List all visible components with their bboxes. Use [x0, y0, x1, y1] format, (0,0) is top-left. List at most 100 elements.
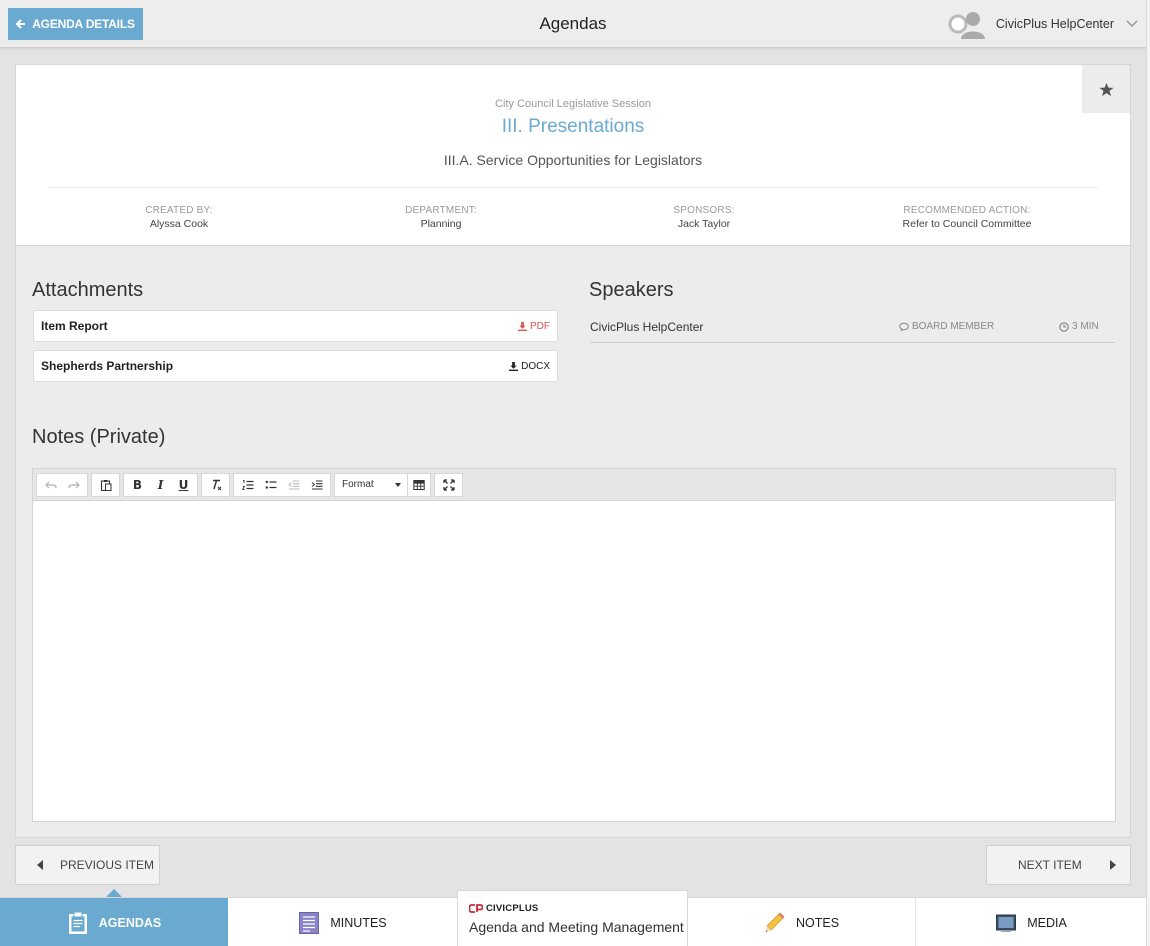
next-item-button[interactable]: NEXT ITEM	[986, 845, 1131, 885]
tab-minutes-label: MINUTES	[330, 915, 387, 930]
editor-toolbar: B I U Format	[33, 469, 1115, 501]
indent-button[interactable]	[305, 474, 328, 496]
meta-value: Alyssa Cook	[149, 218, 209, 230]
outdent-button[interactable]	[282, 474, 305, 496]
chevron-down-icon	[1126, 20, 1138, 28]
redo-button[interactable]	[62, 474, 85, 496]
maximize-icon	[442, 478, 455, 491]
paste-group	[91, 472, 120, 497]
previous-item-button[interactable]: PREVIOUS ITEM	[15, 845, 160, 885]
undo-button[interactable]	[39, 474, 62, 496]
clipboard-icon	[100, 479, 111, 491]
section-title: III. Presentations	[501, 116, 645, 137]
numbered-list-icon	[241, 479, 253, 490]
undo-icon	[44, 481, 57, 488]
notes-text-area[interactable]	[33, 501, 1115, 821]
brand-panel: CIVICPLUS Agenda and Meeting Management	[457, 890, 688, 946]
tab-notes[interactable]: NOTES	[688, 898, 915, 946]
civicplus-logo-icon	[469, 904, 483, 913]
download-icon	[518, 321, 527, 331]
user-menu[interactable]: CivicPlus HelpCenter	[948, 10, 1138, 39]
attachment-name: Item Report	[41, 319, 108, 333]
speaker-role-text: BOARD MEMBER	[912, 321, 995, 332]
meta-created-by: CREATED BY: Alyssa Cook	[48, 205, 310, 230]
bulleted-list-button[interactable]	[259, 474, 282, 496]
active-tab-indicator	[106, 889, 122, 897]
agenda-item-card: City Council Legislative Session III. Pr…	[15, 64, 1131, 246]
notes-editor: B I U Format	[32, 468, 1116, 822]
maximize-button[interactable]	[437, 474, 460, 496]
pencil-icon	[765, 911, 785, 932]
civicplus-logo: CIVICPLUS	[469, 903, 538, 914]
caret-right-icon	[1109, 860, 1116, 870]
underline-button[interactable]: U	[172, 474, 195, 496]
meta-department: DEPARTMENT: Planning	[310, 205, 572, 230]
item-content: Attachments Item Report PDF Shepherds Pa…	[15, 246, 1131, 838]
remove-format-button[interactable]	[204, 474, 227, 496]
paste-button[interactable]	[94, 474, 117, 496]
download-pdf-link[interactable]: PDF	[518, 321, 550, 332]
format-dropdown[interactable]: Format	[335, 474, 407, 496]
remove-format-icon	[212, 479, 221, 490]
comments-icon	[899, 322, 909, 331]
minutes-document-icon	[299, 911, 320, 934]
brand-tagline: Agenda and Meeting Management	[469, 919, 684, 935]
meta-sponsors: SPONSORS: Jack Taylor	[573, 205, 835, 230]
bulleted-list-icon	[265, 480, 276, 489]
text-style-group: B I U	[123, 472, 198, 497]
download-icon	[509, 361, 519, 371]
meta-label: CREATED BY:	[145, 205, 213, 216]
attachment-row[interactable]: Shepherds Partnership DOCX	[33, 350, 558, 382]
user-name: CivicPlus HelpCenter	[995, 17, 1114, 31]
clear-format-group	[201, 472, 230, 497]
numbered-list-button[interactable]	[236, 474, 259, 496]
italic-button[interactable]: I	[149, 474, 172, 496]
tab-notes-label: NOTES	[795, 915, 840, 930]
indent-icon	[311, 479, 322, 490]
top-header: AGENDA DETAILS Agendas CivicPlus HelpCen…	[0, 0, 1146, 48]
meta-label: RECOMMENDED ACTION:	[903, 205, 1031, 216]
tab-agendas-label: AGENDAS	[98, 915, 162, 930]
meta-recommended-action: RECOMMENDED ACTION: Refer to Council Com…	[836, 205, 1098, 230]
star-icon	[1098, 82, 1114, 96]
maximize-group	[434, 472, 463, 497]
attachment-row[interactable]: Item Report PDF	[33, 310, 558, 342]
meeting-name: City Council Legislative Session	[495, 98, 651, 110]
outdent-icon	[287, 479, 299, 490]
caret-down-icon	[395, 482, 401, 487]
attachments-heading: Attachments	[32, 279, 144, 301]
clock-icon	[1059, 321, 1069, 332]
tab-media-label: MEDIA	[1027, 915, 1067, 930]
meta-label: SPONSORS:	[673, 205, 735, 216]
list-group	[233, 472, 331, 497]
caret-left-icon	[37, 860, 43, 870]
monitor-icon	[996, 914, 1017, 932]
speaker-time: 3 MIN	[1059, 321, 1099, 332]
meta-value: Refer to Council Committee	[902, 218, 1032, 230]
undo-redo-group	[36, 472, 88, 497]
tab-minutes[interactable]: MINUTES	[228, 898, 457, 946]
attachment-type: PDF	[530, 320, 550, 332]
scrollbar[interactable]	[1146, 0, 1150, 946]
format-dropdown-label: Format	[342, 479, 374, 490]
tab-agendas[interactable]: AGENDAS	[0, 898, 228, 946]
divider	[48, 187, 1098, 188]
table-icon	[413, 479, 425, 490]
speaker-role: BOARD MEMBER	[899, 321, 994, 332]
civicplus-logo-text: CIVICPLUS	[486, 903, 539, 914]
speakers-heading: Speakers	[589, 279, 674, 301]
meta-value: Jack Taylor	[677, 218, 731, 230]
speaker-name: CivicPlus HelpCenter	[590, 320, 704, 334]
tab-media[interactable]: MEDIA	[916, 898, 1146, 946]
table-button[interactable]	[407, 473, 430, 496]
bottom-navigation: AGENDAS MINUTES CIVICPLUS Agenda and Mee…	[0, 890, 1146, 946]
previous-item-label: PREVIOUS ITEM	[60, 858, 155, 872]
bold-button[interactable]: B	[126, 474, 149, 496]
download-docx-link[interactable]: DOCX	[509, 361, 550, 372]
redo-icon	[67, 481, 80, 488]
clipboard-icon	[68, 911, 87, 934]
attachment-name: Shepherds Partnership	[41, 359, 174, 373]
meta-value: Planning	[420, 218, 462, 230]
speaker-row[interactable]: CivicPlus HelpCenter BOARD MEMBER 3 MIN	[590, 310, 1115, 343]
item-title: III.A. Service Opportunities for Legisla…	[443, 152, 703, 168]
